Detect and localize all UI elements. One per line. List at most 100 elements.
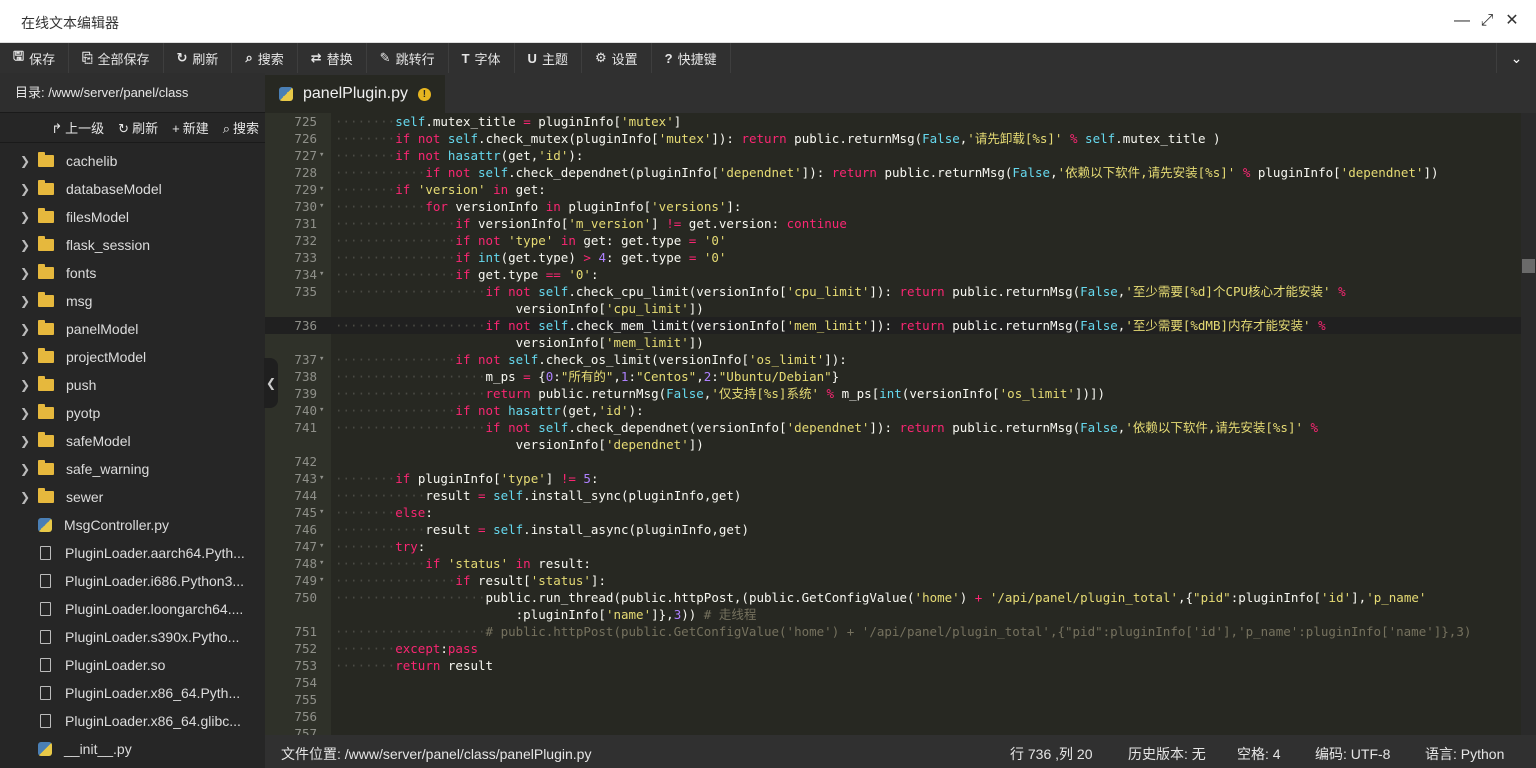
folder-item[interactable]: ❯ safe_warning [0, 455, 265, 483]
folder-item[interactable]: ❯ cachelib [0, 147, 265, 175]
line-number: 757 [294, 726, 317, 735]
fold-arrow-icon[interactable]: ▾ [319, 470, 324, 487]
file-name: safeModel [66, 433, 131, 449]
indent-spaces[interactable]: 空格: 4 [1237, 744, 1281, 764]
chevron-right-icon[interactable]: ❯ [18, 266, 32, 280]
toolbar-button-pin[interactable]: ✎ 跳转行 [367, 43, 449, 73]
file-item[interactable]: PluginLoader.s390x.Pytho... [0, 623, 265, 651]
minimize-icon[interactable]: — [1452, 11, 1472, 31]
file-item[interactable]: PluginLoader.so [0, 651, 265, 679]
code-text: ····················m_ps = {0:"所有的",1:"C… [335, 368, 839, 385]
fold-arrow-icon[interactable]: ▾ [319, 266, 324, 283]
folder-item[interactable]: ❯ databaseModel [0, 175, 265, 203]
indent-guides: ········ [335, 641, 396, 656]
fold-arrow-icon[interactable]: ▾ [319, 572, 324, 589]
chevron-right-icon[interactable]: ❯ [18, 350, 32, 364]
file-item[interactable]: PluginLoader.i686.Python3... [0, 567, 265, 595]
folder-item[interactable]: ❯ projectModel [0, 343, 265, 371]
scrollbar-thumb[interactable] [1522, 259, 1535, 273]
fold-arrow-icon[interactable]: ▾ [319, 538, 324, 555]
tab-panelplugin[interactable]: panelPlugin.py ! [265, 75, 445, 113]
code-line: 734 ▾ ················if get.type == '0': [265, 266, 1521, 283]
sidebar-action-plus[interactable]: + 新建 [172, 118, 209, 137]
chevron-right-icon[interactable]: ❯ [18, 238, 32, 252]
code-content: :pluginInfo['name']},3)) # 走线程 [515, 607, 757, 622]
line-number: 756 [294, 709, 317, 724]
fold-arrow-icon[interactable]: ▾ [319, 504, 324, 521]
code-text: versionInfo['mem_limit']) [335, 334, 704, 351]
language-mode[interactable]: 语言: Python [1425, 744, 1504, 764]
toolbar-button-refresh[interactable]: ↻ 刷新 [164, 43, 233, 73]
folder-item[interactable]: ❯ fonts [0, 259, 265, 287]
indent-guides: ···················· [335, 284, 486, 299]
toolbar-button-replace[interactable]: ⇄ 替换 [298, 43, 367, 73]
collapse-sidebar-button[interactable]: ❮ [264, 358, 278, 408]
toolbar-button-help[interactable]: ? 快捷键 [652, 43, 731, 73]
close-icon[interactable]: ✕ [1502, 11, 1522, 31]
fold-arrow-icon[interactable]: ▾ [319, 351, 324, 368]
folder-item[interactable]: ❯ sewer [0, 483, 265, 511]
code-text: ········try: [335, 538, 425, 555]
chevron-right-icon[interactable]: ❯ [18, 154, 32, 168]
chevron-right-icon[interactable]: ❯ [18, 322, 32, 336]
code-line: versionInfo['dependnet']) [265, 436, 1521, 453]
file-encoding[interactable]: 编码: UTF-8 [1315, 744, 1390, 764]
sidebar-action-search[interactable]: ⌕ 搜索 [223, 118, 259, 137]
line-number: 744 [294, 488, 317, 503]
line-number: 741 [294, 420, 317, 435]
file-name: PluginLoader.aarch64.Pyth... [65, 545, 245, 561]
cursor-position[interactable]: 行 736 ,列 20 [1010, 744, 1093, 764]
code-text: ····················if not self.check_cp… [335, 283, 1346, 300]
code-content: public.run_thread(public.httpPost,(publi… [485, 590, 1427, 605]
file-item[interactable]: __init__.py [0, 735, 265, 763]
folder-item[interactable]: ❯ push [0, 371, 265, 399]
code-content: if not hasattr(get,'id'): [395, 148, 584, 163]
folder-item[interactable]: ❯ panelModel [0, 315, 265, 343]
file-item[interactable]: MsgController.py [0, 511, 265, 539]
toolbar-button-theme[interactable]: U 主题 [515, 43, 582, 73]
folder-item[interactable]: ❯ pyotp [0, 399, 265, 427]
file-item[interactable]: PluginLoader.x86_64.glibc... [0, 707, 265, 735]
toolbar-button-save-all[interactable]: ⎘ 全部保存 [69, 43, 164, 73]
chevron-down-icon[interactable]: ⌄ [1496, 43, 1536, 73]
toolbar-button-gear[interactable]: ⚙ 设置 [582, 43, 652, 73]
chevron-right-icon[interactable]: ❯ [18, 490, 32, 504]
toolbar-button-label: 主题 [541, 51, 568, 67]
folder-item[interactable]: ❯ msg [0, 287, 265, 315]
file-item[interactable]: PluginLoader.x86_64.Pyth... [0, 679, 265, 707]
code-content: versionInfo['mem_limit']) [515, 335, 704, 350]
history-versions[interactable]: 历史版本: 无 [1128, 744, 1206, 764]
chevron-right-icon[interactable]: ❯ [18, 378, 32, 392]
sidebar-action-label: 搜索 [232, 121, 259, 136]
fold-arrow-icon[interactable]: ▾ [319, 402, 324, 419]
file-name: msg [66, 293, 93, 309]
folder-item[interactable]: ❯ filesModel [0, 203, 265, 231]
folder-item[interactable]: ❯ safeModel [0, 427, 265, 455]
toolbar-button-font[interactable]: T 字体 [449, 43, 515, 73]
chevron-right-icon[interactable]: ❯ [18, 406, 32, 420]
indent-guides: ········ [335, 114, 396, 129]
file-item[interactable]: PluginLoader.loongarch64.... [0, 595, 265, 623]
chevron-right-icon[interactable]: ❯ [18, 210, 32, 224]
chevron-right-icon[interactable]: ❯ [18, 182, 32, 196]
folder-item[interactable]: ❯ flask_session [0, 231, 265, 259]
chevron-right-icon[interactable]: ❯ [18, 462, 32, 476]
code-content: if int(get.type) > 4: get.type = '0' [455, 250, 727, 265]
toolbar-button-save[interactable]: 🖫 保存 [0, 43, 70, 73]
code-content: if not self.check_dependnet(pluginInfo['… [425, 165, 1439, 180]
toolbar-button-search[interactable]: ⌕ 搜索 [232, 43, 298, 73]
file-icon [40, 574, 51, 588]
file-item[interactable]: PluginLoader.aarch64.Pyth... [0, 539, 265, 567]
code-editor[interactable]: 725 ········self.mutex_title = pluginInfo… [265, 113, 1521, 735]
code-text: ············if 'status' in result: [335, 555, 591, 572]
fold-arrow-icon[interactable]: ▾ [319, 181, 324, 198]
sidebar-action-arrow-up[interactable]: ↱ 上一级 [51, 118, 104, 137]
fold-arrow-icon[interactable]: ▾ [319, 555, 324, 572]
chevron-right-icon[interactable]: ❯ [18, 294, 32, 308]
sidebar-action-refresh[interactable]: ↻ 刷新 [118, 118, 158, 137]
chevron-right-icon[interactable]: ❯ [18, 434, 32, 448]
maximize-icon[interactable]: ⤢ [1477, 11, 1497, 31]
vertical-scrollbar[interactable] [1521, 113, 1536, 735]
fold-arrow-icon[interactable]: ▾ [319, 147, 324, 164]
fold-arrow-icon[interactable]: ▾ [319, 198, 324, 215]
